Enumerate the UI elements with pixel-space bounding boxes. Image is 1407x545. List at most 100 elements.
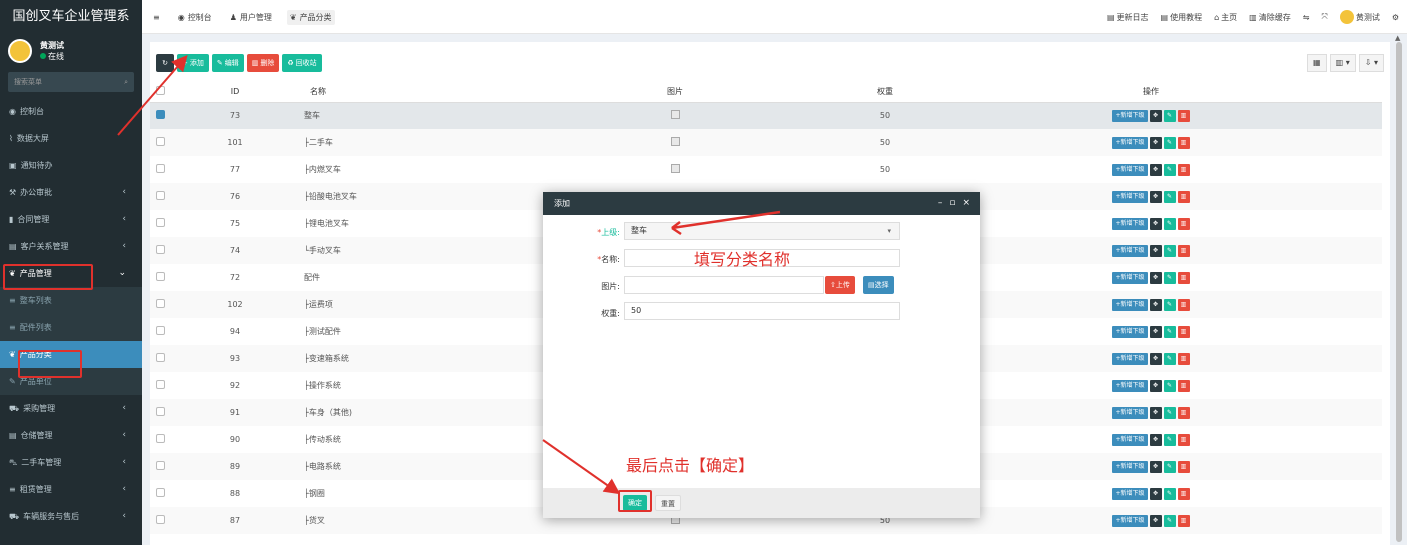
add-child-button[interactable]: +新增下级 [1112,244,1148,257]
edit-row-button[interactable]: ✎ [1163,379,1176,392]
select-cell[interactable] [150,453,170,480]
drag-handle-icon[interactable]: ✥ [1149,352,1162,365]
delete-row-button[interactable]: ▥ [1177,190,1190,203]
add-child-button[interactable]: +新增下级 [1112,190,1148,203]
fullscreen-icon[interactable]: ⤧ [1321,12,1327,22]
delete-row-button[interactable]: ▥ [1177,325,1190,338]
select-cell[interactable] [150,372,170,399]
delete-row-button[interactable]: ▥ [1177,271,1190,284]
drag-handle-icon[interactable]: ✥ [1149,271,1162,284]
maximize-icon[interactable]: ▫ [949,192,955,215]
sidebar-item[interactable]: ▮ 合同管理 ‹ [0,206,142,233]
tutorial-link[interactable]: ▤ 使用教程 [1161,12,1203,23]
page-scrollbar[interactable]: ▲ [1395,34,1403,545]
edit-row-button[interactable]: ✎ [1163,406,1176,419]
edit-row-button[interactable]: ✎ [1163,136,1176,149]
edit-row-button[interactable]: ✎ [1163,271,1176,284]
row-checkbox[interactable] [155,272,165,281]
add-child-button[interactable]: +新增下级 [1112,109,1148,122]
edit-button[interactable]: ✎ 编辑 [211,54,244,72]
select-cell[interactable] [150,129,170,156]
add-child-button[interactable]: +新增下级 [1112,379,1148,392]
edit-row-button[interactable]: ✎ [1163,190,1176,203]
delete-row-button[interactable]: ▥ [1177,406,1190,419]
reset-button[interactable]: 重置 [655,495,681,511]
row-checkbox[interactable] [155,164,165,173]
delete-button[interactable]: ▥ 删除 [246,54,280,72]
delete-row-button[interactable]: ▥ [1177,163,1190,176]
table-row[interactable]: 77 ├内燃叉车 50 +新增下级 ✥ ✎ ▥ [150,156,1382,183]
tab-product-category[interactable]: ❦ 产品分类 [286,9,335,25]
drag-handle-icon[interactable]: ✥ [1149,136,1162,149]
sidebar-item[interactable]: ◉ 控制台 [0,98,142,125]
table-row[interactable]: 101 ├二手车 50 +新增下级 ✥ ✎ ▥ [150,129,1382,156]
add-child-button[interactable]: +新增下级 [1112,460,1148,473]
tab-dashboard[interactable]: ◉ 控制台 [175,10,215,25]
drag-handle-icon[interactable]: ✥ [1149,217,1162,230]
row-checkbox[interactable] [155,353,165,362]
parent-select[interactable]: 整车 ▾ [624,222,900,240]
select-cell[interactable] [150,102,170,129]
drag-handle-icon[interactable]: ✥ [1149,433,1162,446]
row-checkbox[interactable] [155,515,165,524]
weight-input[interactable]: 50 [624,302,900,320]
sidebar-item[interactable]: ⛟ 车辆服务与售后 ‹ [0,503,142,530]
add-child-button[interactable]: +新增下级 [1112,163,1148,176]
select-cell[interactable] [150,345,170,372]
sidebar-item[interactable]: ▣ 通知待办 [0,152,142,179]
select-cell[interactable] [150,183,170,210]
row-checkbox[interactable] [155,191,165,200]
settings-icon[interactable]: ⚙ [1392,13,1399,22]
sidebar-item[interactable]: ⛍ 二手车管理 ‹ [0,449,142,476]
select-cell[interactable] [150,426,170,453]
user-menu[interactable]: 黄测试 [1339,10,1380,24]
drag-handle-icon[interactable]: ✥ [1149,379,1162,392]
edit-row-button[interactable]: ✎ [1163,460,1176,473]
sidebar-item[interactable]: ≡ 租赁管理 ‹ [0,476,142,503]
add-child-button[interactable]: +新增下级 [1112,514,1148,527]
scroll-up-icon[interactable]: ▲ [1395,34,1400,42]
select-cell[interactable] [150,156,170,183]
changelog-link[interactable]: ▤ 更新日志 [1107,12,1149,23]
edit-row-button[interactable]: ✎ [1163,514,1176,527]
drag-handle-icon[interactable]: ✥ [1149,514,1162,527]
sidebar-item[interactable]: ⛟ 采购管理 ‹ [0,395,142,422]
sidebar-search-input[interactable]: 搜索菜单 ⌕ [8,72,134,92]
add-child-button[interactable]: +新增下级 [1112,298,1148,311]
drag-handle-icon[interactable]: ✥ [1149,190,1162,203]
scroll-thumb[interactable] [1396,42,1402,542]
delete-row-button[interactable]: ▥ [1177,487,1190,500]
delete-row-button[interactable]: ▥ [1177,433,1190,446]
edit-row-button[interactable]: ✎ [1163,298,1176,311]
image-input[interactable] [624,276,824,294]
select-cell[interactable] [150,291,170,318]
drag-handle-icon[interactable]: ✥ [1149,244,1162,257]
close-icon[interactable]: × [962,192,970,215]
edit-row-button[interactable]: ✎ [1163,325,1176,338]
choose-button[interactable]: ▤选择 [863,276,894,294]
drag-handle-icon[interactable]: ✥ [1149,109,1162,122]
row-checkbox[interactable] [155,110,165,120]
delete-row-button[interactable]: ▥ [1177,217,1190,230]
col-id[interactable]: ID [170,82,300,103]
add-child-button[interactable]: +新增下级 [1112,136,1148,149]
drag-handle-icon[interactable]: ✥ [1149,460,1162,473]
sidebar-item[interactable]: ⚒ 办公审批 ‹ [0,179,142,206]
columns-dropdown[interactable]: ▥ ▾ [1329,54,1356,72]
drag-handle-icon[interactable]: ✥ [1149,163,1162,176]
edit-row-button[interactable]: ✎ [1163,352,1176,365]
select-cell[interactable] [150,264,170,291]
add-button[interactable]: + 添加 [177,54,209,72]
col-image[interactable]: 图片 [500,82,850,103]
sidebar-item[interactable]: ▤ 客户关系管理 ‹ [0,233,142,260]
sidebar-item[interactable]: ⌇ 数据大屏 [0,125,142,152]
delete-row-button[interactable]: ▥ [1177,136,1190,149]
row-checkbox[interactable] [155,488,165,497]
delete-row-button[interactable]: ▥ [1177,460,1190,473]
checkbox[interactable] [155,86,165,96]
sidebar-item[interactable]: ≡ 整车列表 [0,287,142,314]
select-cell[interactable] [150,480,170,507]
select-cell[interactable] [150,210,170,237]
delete-row-button[interactable]: ▥ [1177,379,1190,392]
select-cell[interactable] [150,399,170,426]
